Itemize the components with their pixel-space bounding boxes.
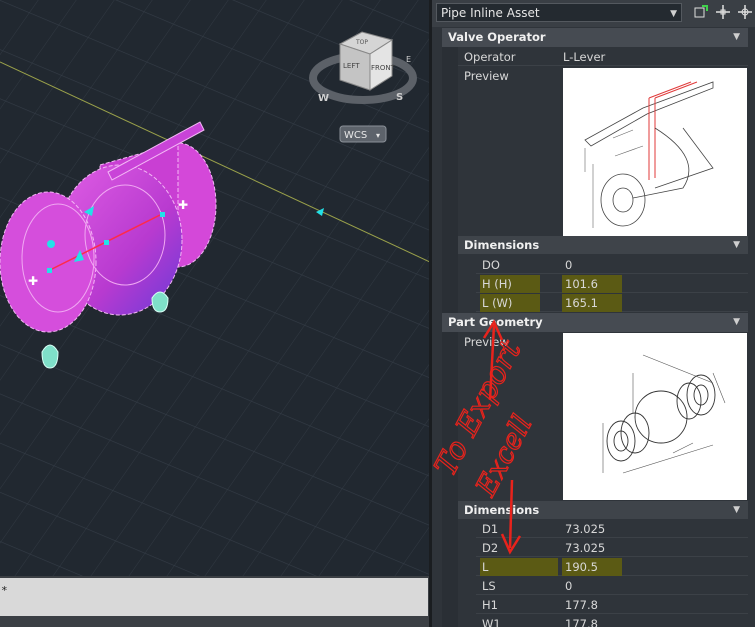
wcs-menu[interactable]: WCS ▾ — [339, 125, 387, 143]
command-line[interactable]: * — [0, 578, 428, 616]
command-prompt: * — [1, 584, 8, 597]
viewcube-left-label: LEFT — [343, 62, 360, 70]
svg-text:✚: ✚ — [28, 274, 38, 288]
grip-handle[interactable] — [151, 291, 169, 313]
svg-text:✚: ✚ — [178, 198, 188, 212]
properties-panel: Pipe Inline Asset ▼ Valve Operator ▼ Ope… — [432, 0, 755, 627]
command-bar: * — [0, 576, 430, 627]
viewport-canvas[interactable]: ✚ ✚ TOP LEFT FRONT W S E WCS ▾ — [0, 0, 430, 576]
grip-handle[interactable] — [41, 344, 59, 369]
viewcube-top-label: TOP — [355, 39, 368, 46]
model-viewport[interactable]: ✚ ✚ TOP LEFT FRONT W S E WCS ▾ — [0, 0, 430, 576]
wcs-label: WCS — [344, 130, 367, 141]
chevron-down-icon: ▾ — [376, 131, 380, 140]
compass-west: W — [318, 93, 329, 104]
viewcube-front-label: FRONT — [371, 64, 396, 72]
compass-east: E — [406, 55, 411, 64]
arrow-down-icon — [508, 479, 514, 549]
compass-south: S — [396, 92, 403, 103]
annotation-overlay: To Export Excell — [432, 319, 539, 555]
